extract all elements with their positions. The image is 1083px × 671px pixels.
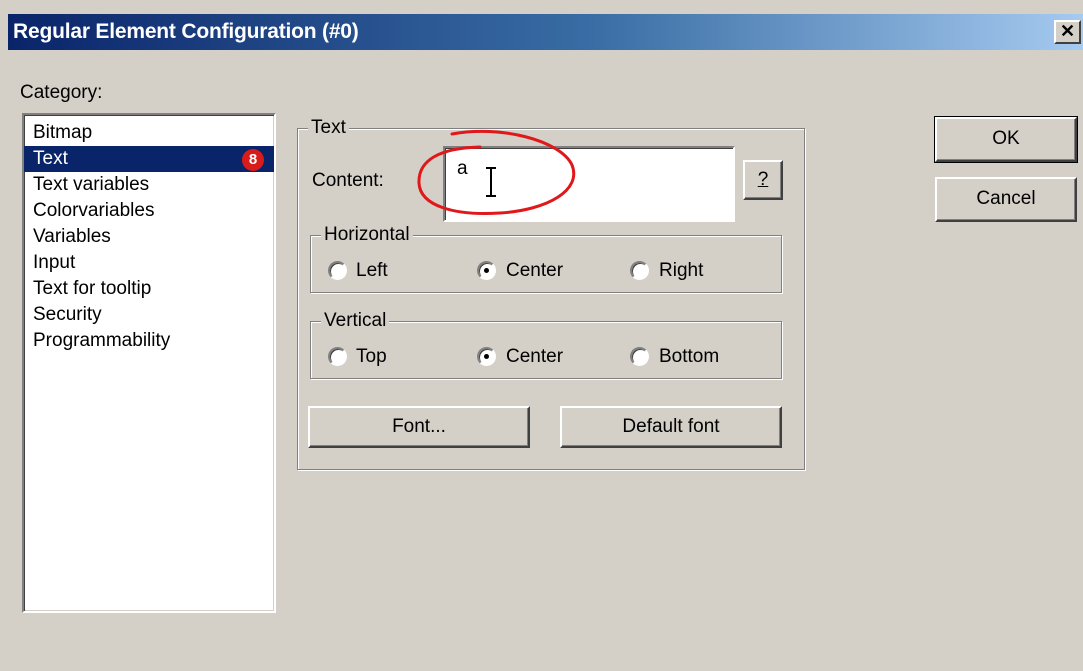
list-item-label: Variables — [33, 226, 111, 247]
vertical-group-title: Vertical — [321, 309, 390, 333]
cancel-button[interactable]: Cancel — [935, 177, 1077, 222]
font-button[interactable]: Font... — [308, 406, 530, 448]
content-label: Content: — [312, 170, 384, 191]
list-item-text-for-tooltip[interactable]: Text for tooltip — [24, 276, 274, 302]
list-item-label: Text for tooltip — [33, 278, 152, 299]
radio-center-vertical-label: Center — [506, 346, 564, 367]
list-item-text[interactable]: Text 8 — [24, 146, 274, 172]
radio-top[interactable] — [328, 347, 347, 366]
list-item-label: Security — [33, 304, 102, 325]
title-bar: Regular Element Configuration (#0) ✕ — [8, 14, 1083, 50]
list-item-variables[interactable]: Variables — [24, 224, 274, 250]
help-button[interactable]: ? — [743, 160, 783, 200]
close-button[interactable]: ✕ — [1054, 20, 1081, 44]
radio-center-horizontal[interactable] — [477, 261, 496, 280]
list-item-label: Text variables — [33, 174, 150, 195]
radio-right[interactable] — [630, 261, 649, 280]
ok-button-label: OK — [992, 128, 1020, 149]
list-item-label: Input — [33, 252, 76, 273]
content-input[interactable]: a — [443, 146, 735, 222]
text-group-title: Text — [308, 116, 349, 140]
list-item-label: Text — [33, 148, 68, 169]
ok-button[interactable]: OK — [934, 116, 1078, 163]
list-item-label: Colorvariables — [33, 200, 155, 221]
default-font-button[interactable]: Default font — [560, 406, 782, 448]
content-value: a — [457, 158, 468, 179]
close-icon: ✕ — [1059, 21, 1076, 41]
category-label-text: Category: — [20, 82, 103, 103]
list-item-text-variables[interactable]: Text variables — [24, 172, 274, 198]
list-item-programmability[interactable]: Programmability — [24, 328, 274, 354]
list-item-label: Programmability — [33, 330, 171, 351]
font-button-label: Font... — [392, 416, 446, 437]
radio-left-label: Left — [356, 260, 388, 281]
step-badge-icon: 8 — [242, 149, 264, 171]
radio-left[interactable] — [328, 261, 347, 280]
radio-right-label: Right — [659, 260, 704, 281]
list-item-input[interactable]: Input — [24, 250, 274, 276]
window-title: Regular Element Configuration (#0) — [13, 20, 359, 43]
list-item-security[interactable]: Security — [24, 302, 274, 328]
category-listbox[interactable]: Bitmap Text 8 Text variables Colorvariabl… — [22, 113, 276, 613]
cancel-button-label: Cancel — [976, 188, 1036, 209]
default-font-button-label: Default font — [622, 416, 720, 437]
radio-center-horizontal-label: Center — [506, 260, 564, 281]
radio-top-label: Top — [356, 346, 387, 367]
category-label: Category: — [20, 82, 102, 104]
list-item-label: Bitmap — [33, 122, 93, 143]
radio-bottom[interactable] — [630, 347, 649, 366]
list-item-bitmap[interactable]: Bitmap — [24, 120, 274, 146]
radio-center-vertical[interactable] — [477, 347, 496, 366]
list-item-colorvariables[interactable]: Colorvariables — [24, 198, 274, 224]
radio-bottom-label: Bottom — [659, 346, 720, 367]
horizontal-group-title: Horizontal — [321, 223, 413, 247]
help-button-label: ? — [757, 169, 769, 190]
